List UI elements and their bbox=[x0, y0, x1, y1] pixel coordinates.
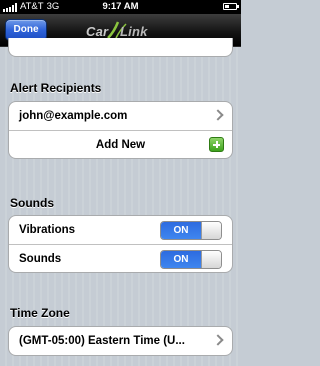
sounds-group: Vibrations ON Sounds ON bbox=[8, 215, 233, 273]
toggle-knob[interactable] bbox=[201, 251, 221, 268]
time-zone-row[interactable]: (GMT-05:00) Eastern Time (U... bbox=[9, 327, 232, 355]
add-new-label: Add New bbox=[95, 139, 146, 151]
chevron-right-icon bbox=[212, 109, 224, 121]
add-icon[interactable] bbox=[209, 137, 224, 152]
vibrations-toggle[interactable]: ON bbox=[160, 221, 222, 240]
alert-recipients-group: john@example.com Add New bbox=[8, 101, 233, 159]
add-new-row[interactable]: Add New bbox=[9, 130, 232, 158]
time-zone-title: Time Zone bbox=[10, 306, 70, 320]
time-zone-value: (GMT-05:00) Eastern Time (U... bbox=[19, 335, 185, 347]
vibrations-label: Vibrations bbox=[19, 224, 76, 236]
recipient-row[interactable]: john@example.com bbox=[9, 102, 232, 130]
sounds-toggle[interactable]: ON bbox=[160, 250, 222, 269]
sounds-title: Sounds bbox=[10, 196, 54, 210]
previous-group-bottom bbox=[8, 38, 233, 57]
toggle-on-label: ON bbox=[161, 251, 201, 268]
time-zone-group: (GMT-05:00) Eastern Time (U... bbox=[8, 326, 233, 356]
alert-recipients-title: Alert Recipients bbox=[10, 81, 102, 95]
logo-text-link: Link bbox=[120, 24, 148, 39]
battery-icon bbox=[223, 3, 239, 10]
status-time: 9:17 AM bbox=[102, 1, 139, 12]
toggle-knob[interactable] bbox=[201, 222, 221, 239]
toggle-on-label: ON bbox=[161, 222, 201, 239]
sounds-label: Sounds bbox=[19, 253, 62, 265]
sounds-row: Sounds ON bbox=[9, 244, 232, 272]
vibrations-row: Vibrations ON bbox=[9, 216, 232, 244]
status-bar: AT&T 3G 9:17 AM bbox=[0, 0, 241, 14]
chevron-right-icon bbox=[212, 334, 224, 346]
recipient-email: john@example.com bbox=[19, 110, 128, 122]
